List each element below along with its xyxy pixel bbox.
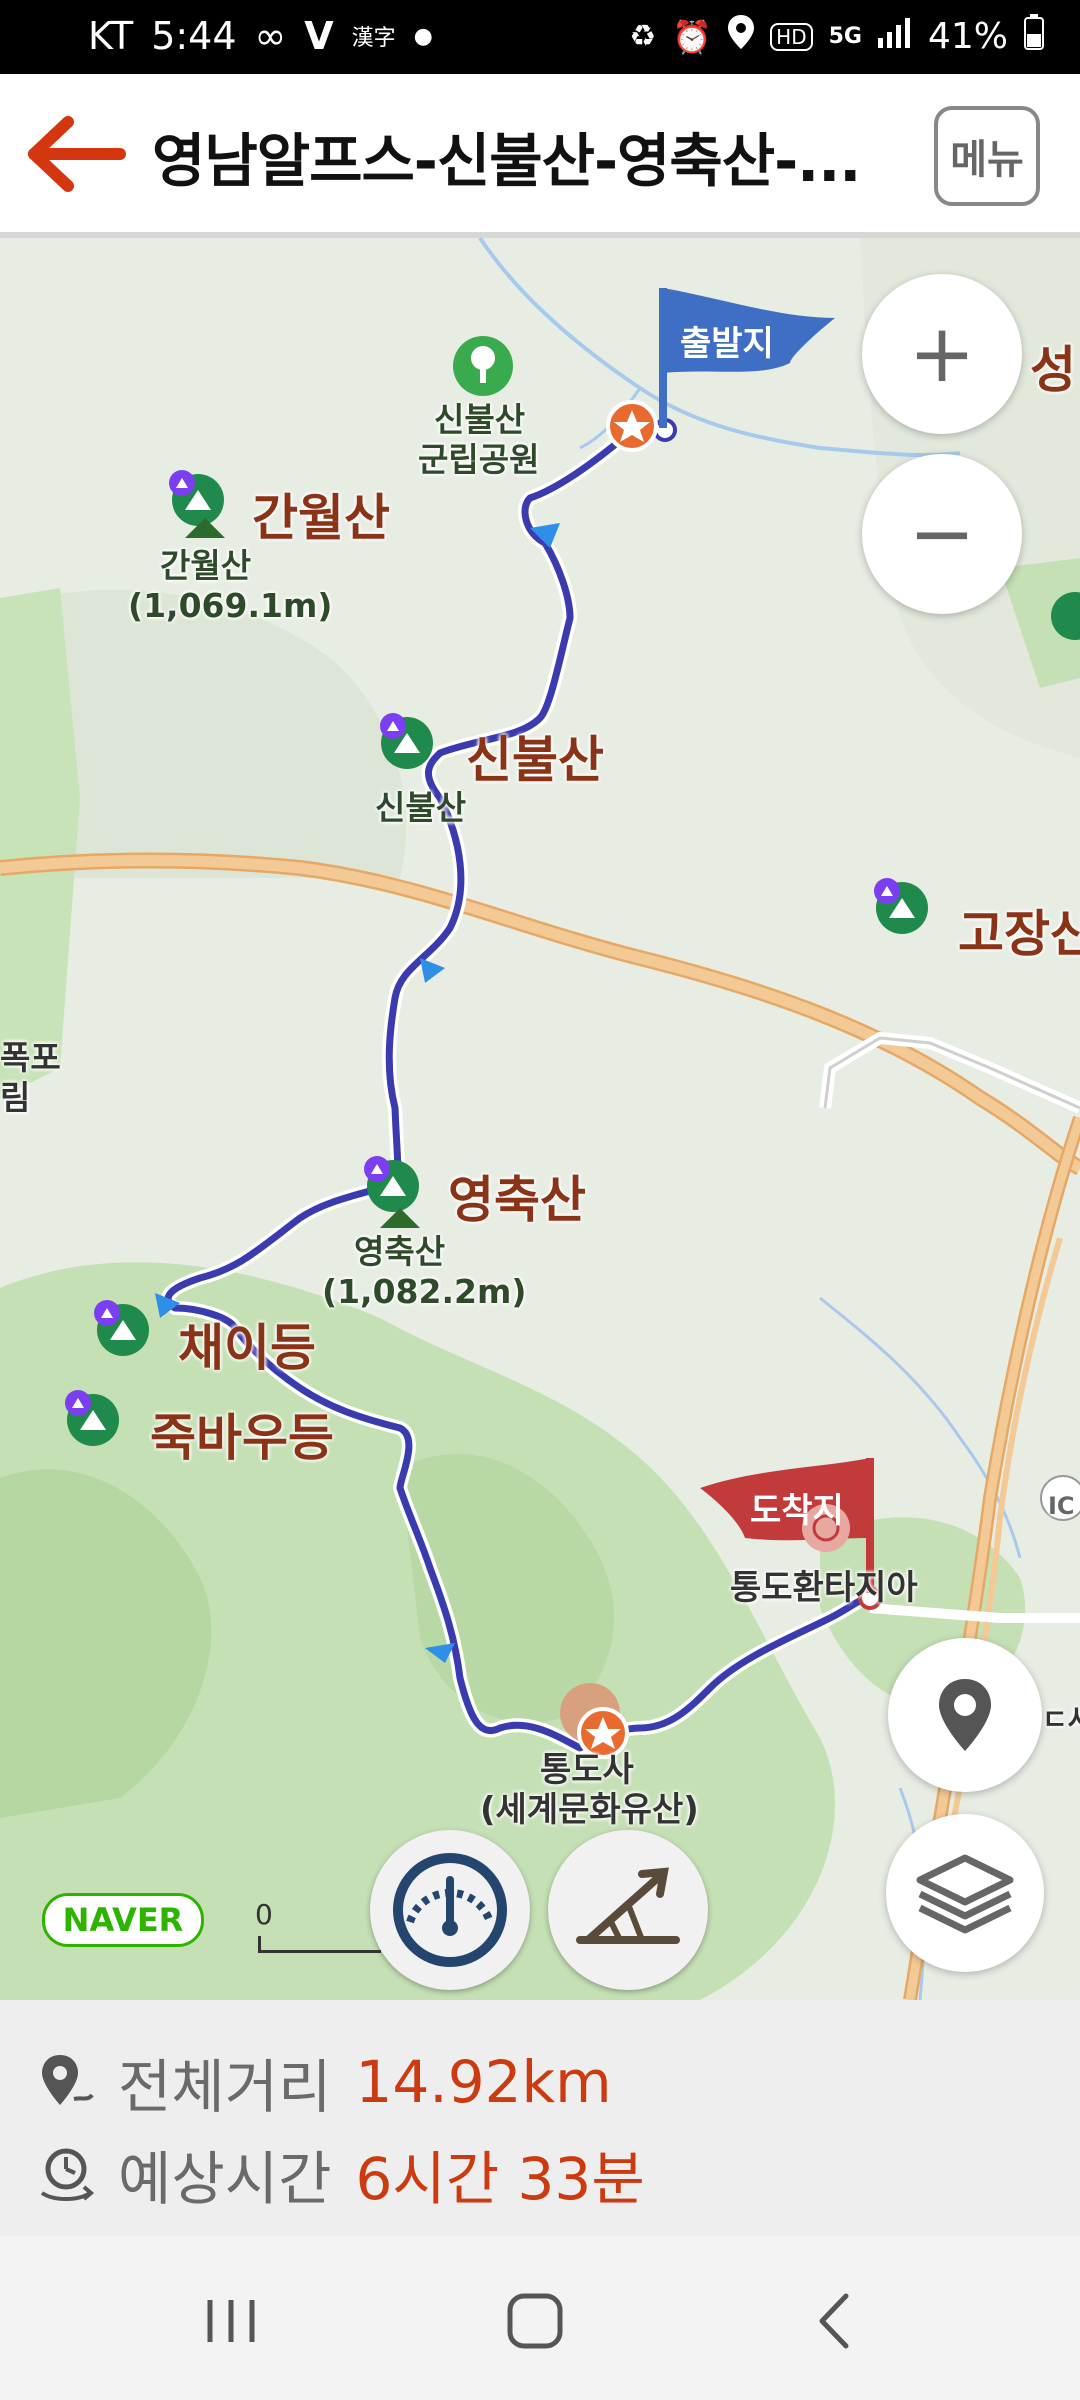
time-row: 예상시간 6시간 33분: [36, 2132, 645, 2216]
v-icon: V: [304, 14, 334, 58]
speed-gauge-button[interactable]: [370, 1830, 530, 1990]
back-button[interactable]: [20, 114, 130, 194]
peak-height-ganwolsan: (1,069.1m): [128, 586, 333, 625]
edge-label-right: ㄷ사: [1042, 1703, 1080, 1736]
my-location-button[interactable]: [888, 1638, 1042, 1792]
map-view[interactable]: 출발지 도착지 간월산 간월산 (1,069.1m) 신불산 군립공원 신불산 …: [0, 238, 1080, 2000]
recent-apps-icon: [207, 2300, 255, 2342]
page-title: 영남알프스-신불산-영축산-...: [152, 127, 861, 195]
hanja-icon: 漢字: [351, 26, 396, 51]
peak-label-yeongchuksan: 영축산: [448, 1171, 586, 1229]
back-arrow-icon: [28, 116, 126, 192]
elevation-icon: [576, 1867, 680, 1944]
poi-label-tongdosa-sub: (세계문화유산): [480, 1790, 699, 1830]
edge-label-rim: 림: [0, 1078, 31, 1117]
hd-icon: HD: [770, 22, 813, 51]
carrier-label: KT: [88, 14, 134, 58]
signal-icon: [877, 16, 912, 57]
clock: 5:44: [151, 14, 237, 58]
gauge-icon: [393, 1853, 507, 1967]
peak-label-ganwolsan: 간월산: [252, 489, 390, 547]
infinity-icon: ∞: [254, 14, 287, 58]
battery-saver-icon: ♻: [629, 19, 657, 54]
home-icon: [507, 2293, 563, 2349]
back-chevron-icon: [819, 2293, 849, 2349]
peak-label-gojangsan: 고장산: [958, 905, 1080, 963]
home-button[interactable]: [500, 2286, 570, 2356]
location-pin-icon: [939, 1679, 991, 1751]
peak-label-chaeideung: 채이등: [178, 1319, 316, 1377]
time-label: 예상시간: [118, 2145, 332, 2213]
edge-label-seong: 성: [1030, 341, 1076, 399]
peak-name-yeongchuksan: 영축산: [354, 1232, 446, 1271]
5g-icon: 5G: [828, 24, 862, 49]
peak-label-sinbulsan: 신불산: [466, 731, 604, 789]
poi-star-icon: [606, 400, 658, 452]
edge-label-ic: IC: [1048, 1492, 1075, 1520]
menu-button[interactable]: 메뉴: [934, 106, 1040, 206]
route-info-panel: 전체거리 14.92km 예상시간 6시간 33분: [0, 2000, 1080, 2236]
scale-bar: [258, 1936, 381, 1953]
distance-row: 전체거리 14.92km: [36, 2040, 612, 2124]
park-icon: [453, 336, 513, 396]
time-value: 6시간 33분: [355, 2145, 645, 2213]
distance-label: 전체거리: [118, 2053, 332, 2121]
plus-icon: +: [908, 307, 976, 400]
system-nav-bar: [0, 2236, 1080, 2400]
dot-icon: ●: [413, 23, 433, 49]
elevation-profile-button[interactable]: [548, 1830, 708, 1990]
location-icon: [728, 15, 755, 58]
zoom-out-button[interactable]: −: [862, 454, 1022, 614]
alarm-icon: ⏰: [672, 17, 713, 56]
peak-name-sinbulsan: 신불산: [375, 788, 467, 827]
peak-height-yeongchuksan: (1,082.2m): [322, 1272, 527, 1311]
layers-icon: [916, 1854, 1014, 1934]
system-back-button[interactable]: [800, 2286, 870, 2356]
naver-logo: NAVER: [42, 1893, 204, 1947]
app-header: 영남알프스-신불산-영축산-... 메뉴: [0, 74, 1080, 238]
scale-label: 0: [255, 1898, 273, 1931]
zoom-in-button[interactable]: +: [862, 274, 1022, 434]
battery-icon: [1024, 14, 1044, 59]
edge-label-pokpo: 폭포: [0, 1038, 61, 1077]
poi-label-tongdosa: 통도사: [540, 1750, 634, 1790]
poi-label-fantasia: 통도환타지아: [730, 1568, 918, 1608]
map-layers-button[interactable]: [886, 1814, 1044, 1972]
clock-icon: [40, 2148, 95, 2201]
flag-label-start: 출발지: [680, 324, 774, 364]
peak-name-ganwolsan: 간월산: [160, 546, 252, 585]
distance-value: 14.92km: [355, 2048, 612, 2116]
battery-percent: 41%: [927, 16, 1008, 57]
recent-apps-button[interactable]: [196, 2286, 266, 2356]
peak-label-jukbaudeung: 죽바우등: [150, 1409, 334, 1467]
flag-label-end: 도착지: [750, 1491, 844, 1531]
park-label-line2: 군립공원: [418, 440, 540, 479]
minus-icon: −: [908, 487, 976, 580]
status-bar: KT 5:44 ∞ V 漢字 ● ♻ ⏰ HD 5G 41%: [0, 0, 1080, 74]
park-label-line1: 신불산: [434, 400, 526, 439]
distance-pin-icon: [42, 2055, 94, 2105]
